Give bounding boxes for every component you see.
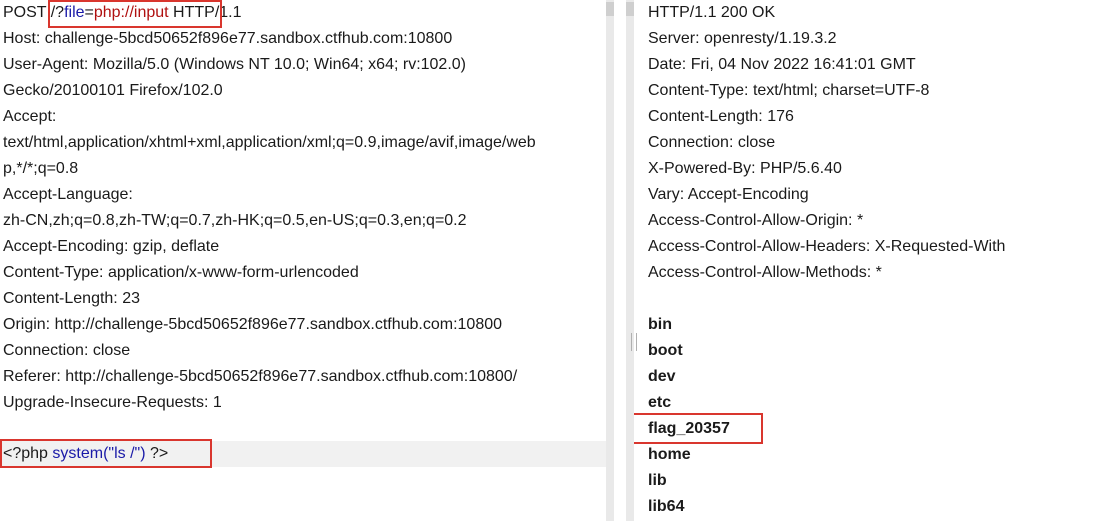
- request-header-line[interactable]: Connection: close: [3, 338, 130, 364]
- response-header-line[interactable]: Content-Length: 176: [648, 104, 794, 130]
- response-header-line[interactable]: Access-Control-Allow-Headers: X-Requeste…: [648, 234, 1005, 260]
- request-header-line[interactable]: Host: challenge-5bcd50652f896e77.sandbox…: [3, 26, 452, 52]
- request-header-line[interactable]: Upgrade-Insecure-Requests: 1: [3, 390, 222, 416]
- listing-item[interactable]: home: [648, 442, 691, 468]
- response-header-line[interactable]: Access-Control-Allow-Origin: *: [648, 208, 863, 234]
- highlight-box-param: [48, 0, 222, 28]
- request-pane[interactable]: POST /?file=php://input HTTP/1.1 Host: c…: [0, 0, 606, 521]
- response-header-line[interactable]: Content-Type: text/html; charset=UTF-8: [648, 78, 929, 104]
- request-header-line[interactable]: Content-Length: 23: [3, 286, 140, 312]
- request-method: POST: [3, 4, 51, 21]
- request-header-line[interactable]: Accept:: [3, 104, 56, 130]
- request-header-line[interactable]: Gecko/20100101 Firefox/102.0: [3, 78, 223, 104]
- listing-item[interactable]: boot: [648, 338, 683, 364]
- response-header-line[interactable]: Vary: Accept-Encoding: [648, 182, 809, 208]
- request-header-line[interactable]: Accept-Encoding: gzip, deflate: [3, 234, 219, 260]
- listing-item[interactable]: lib64: [648, 494, 684, 520]
- response-header-line[interactable]: Connection: close: [648, 130, 775, 156]
- response-scrollbar-thumb[interactable]: [626, 2, 634, 16]
- response-scrollbar[interactable]: [626, 0, 634, 521]
- highlight-box-flag: [634, 413, 763, 444]
- request-header-line[interactable]: Accept-Language:: [3, 182, 133, 208]
- request-header-line[interactable]: Content-Type: application/x-www-form-url…: [3, 260, 359, 286]
- request-header-line[interactable]: Origin: http://challenge-5bcd50652f896e7…: [3, 312, 502, 338]
- request-header-line[interactable]: text/html,application/xhtml+xml,applicat…: [3, 130, 536, 156]
- response-pane[interactable]: HTTP/1.1 200 OK Server: openresty/1.19.3…: [634, 0, 1094, 521]
- response-header-line[interactable]: X-Powered-By: PHP/5.6.40: [648, 156, 842, 182]
- request-header-line[interactable]: zh-CN,zh;q=0.8,zh-TW;q=0.7,zh-HK;q=0.5,e…: [3, 208, 467, 234]
- response-header-line[interactable]: Server: openresty/1.19.3.2: [648, 26, 837, 52]
- request-header-line[interactable]: p,*/*;q=0.8: [3, 156, 78, 182]
- highlight-box-body: [0, 439, 212, 468]
- request-header-line[interactable]: Referer: http://challenge-5bcd50652f896e…: [3, 364, 517, 390]
- listing-item[interactable]: dev: [648, 364, 676, 390]
- response-header-line[interactable]: Date: Fri, 04 Nov 2022 16:41:01 GMT: [648, 52, 916, 78]
- request-scrollbar-thumb[interactable]: [606, 2, 614, 16]
- response-status-line[interactable]: HTTP/1.1 200 OK: [648, 0, 775, 26]
- request-scrollbar[interactable]: [606, 0, 614, 521]
- request-header-line[interactable]: User-Agent: Mozilla/5.0 (Windows NT 10.0…: [3, 52, 466, 78]
- response-header-line[interactable]: Access-Control-Allow-Methods: *: [648, 260, 882, 286]
- listing-item[interactable]: lib: [648, 468, 667, 494]
- listing-item[interactable]: bin: [648, 312, 672, 338]
- pane-divider[interactable]: [606, 0, 634, 521]
